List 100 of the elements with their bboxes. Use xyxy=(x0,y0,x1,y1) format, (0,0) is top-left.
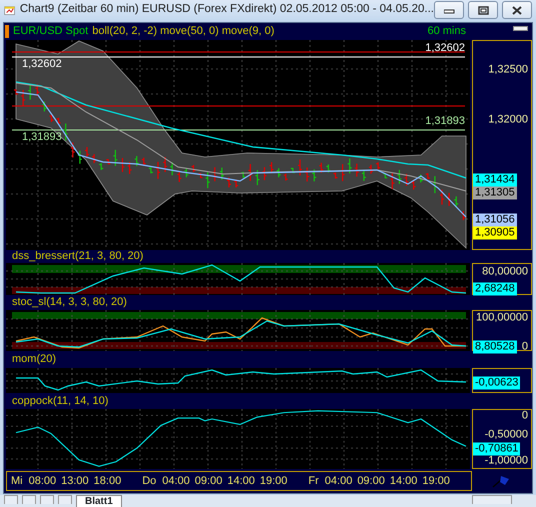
close-button[interactable] xyxy=(502,1,532,19)
price-bar xyxy=(184,168,189,178)
price-bar xyxy=(411,179,416,190)
price-bar xyxy=(13,88,19,96)
price-bar xyxy=(290,167,296,174)
price-bar xyxy=(106,158,111,165)
price-bar xyxy=(198,172,204,179)
axis-label: -1,00000 xyxy=(484,455,528,466)
time-label: 19:00 xyxy=(260,474,288,489)
price-bar xyxy=(254,170,260,186)
time-label: 09:00 xyxy=(357,474,385,489)
time-label: 19:00 xyxy=(422,474,450,489)
price-bar xyxy=(368,164,374,174)
price-bar xyxy=(92,154,97,164)
price-bar xyxy=(318,162,324,174)
level-label: 1,32602 xyxy=(425,43,465,54)
indicator-title: coppock(11, 14, 10) xyxy=(12,396,108,406)
price-bar xyxy=(84,146,90,159)
price-bar xyxy=(219,167,224,180)
axis-label: -0,50000 xyxy=(484,430,528,441)
time-label: 14:00 xyxy=(227,474,255,489)
price-bar xyxy=(141,156,146,166)
price-bar xyxy=(127,161,132,175)
price-bar xyxy=(20,89,26,107)
axis-label: 80,00000 xyxy=(482,266,528,278)
value-tag: -0,70861 xyxy=(473,442,520,456)
studies-label: boll(20, 2, -2) move(50, 0) move(9, 0) xyxy=(92,26,274,37)
tab-nav-button[interactable] xyxy=(40,495,54,504)
tab-nav-button[interactable] xyxy=(22,495,36,504)
price-bar xyxy=(304,166,310,182)
price-bar xyxy=(390,172,395,190)
price-bar xyxy=(56,117,62,124)
price-bar xyxy=(446,192,452,206)
instrument-label: EUR/USD Spot xyxy=(13,26,88,37)
window-title: Chart9 (Zeitbar 60 min) EURUSD (Forex FXdirekt) 02.05.2012 05:00 - 04.05.20... xyxy=(20,2,434,18)
time-label: 13:00 xyxy=(61,474,89,489)
price-bar xyxy=(176,170,182,183)
price-bar xyxy=(155,161,161,180)
price-bar xyxy=(354,163,360,178)
price-bar xyxy=(248,163,253,182)
time-label: 09:00 xyxy=(194,474,222,489)
price-bar xyxy=(212,166,218,182)
flag-icon[interactable] xyxy=(492,474,512,488)
tab-nav-button[interactable] xyxy=(58,495,72,504)
price-bar xyxy=(234,178,239,188)
price-bar xyxy=(134,155,140,167)
price-bar xyxy=(42,100,47,112)
price-bar xyxy=(404,173,410,187)
close-icon xyxy=(512,6,522,14)
price-bar xyxy=(332,172,338,180)
price-bar xyxy=(98,162,104,171)
price-bar xyxy=(28,85,33,100)
day-label: Fr xyxy=(308,474,319,489)
price-bar xyxy=(205,172,210,189)
day-label: Mi xyxy=(11,474,23,489)
indicator-title: stoc_sl(14, 3, 3, 80, 20) xyxy=(12,297,127,308)
price-bar xyxy=(240,171,246,178)
axis-label: 0 xyxy=(522,410,528,422)
price-bar xyxy=(162,156,168,173)
axis-label: 0 xyxy=(522,342,528,352)
price-bar xyxy=(396,169,402,185)
indicator-title: dss_bressert(21, 3, 80, 20) xyxy=(12,251,144,262)
price-bar xyxy=(361,169,366,182)
time-label: 18:00 xyxy=(94,474,122,489)
axis-label: 1,32500 xyxy=(488,64,528,76)
axis-label: 1,32000 xyxy=(488,114,528,126)
time-label: 04:00 xyxy=(324,474,352,489)
price-bar xyxy=(112,149,118,166)
time-label: 08:00 xyxy=(28,474,56,489)
tab-nav-button[interactable] xyxy=(4,495,18,504)
level-label: 1,31893 xyxy=(425,116,465,127)
interval-label: 60 mins xyxy=(427,26,466,37)
scrollbar-thumb[interactable] xyxy=(472,495,512,504)
price-bar xyxy=(432,176,438,194)
price-bar xyxy=(376,162,381,170)
axis-label: 100,00000 xyxy=(476,312,528,324)
price-bar xyxy=(190,164,196,173)
value-tag: 2,68248 xyxy=(473,282,517,296)
price-bar xyxy=(297,158,303,176)
value-tag: -0,00623 xyxy=(473,376,520,390)
minimize-button[interactable] xyxy=(434,1,464,19)
indicator-title: mom(20) xyxy=(12,354,56,365)
price-bar xyxy=(63,122,68,142)
value-tag: 1,31434 xyxy=(473,174,517,186)
price-bar xyxy=(77,150,82,164)
price-bar xyxy=(439,189,445,206)
price-bar xyxy=(48,113,54,123)
time-label: 04:00 xyxy=(162,474,190,489)
price-bar xyxy=(262,166,268,181)
sheet-tab[interactable]: Blatt1 xyxy=(76,495,122,507)
value-tag: 8,80528 xyxy=(473,340,517,354)
price-bar xyxy=(269,162,274,174)
level-label: 1,31893 xyxy=(22,132,62,143)
price-bar xyxy=(340,164,346,182)
price-bar xyxy=(326,164,331,174)
price-bar xyxy=(70,142,76,158)
maximize-button[interactable] xyxy=(468,1,498,19)
panel-minimize-icon[interactable] xyxy=(513,26,528,31)
time-label: 14:00 xyxy=(390,474,418,489)
price-bar xyxy=(283,173,288,182)
